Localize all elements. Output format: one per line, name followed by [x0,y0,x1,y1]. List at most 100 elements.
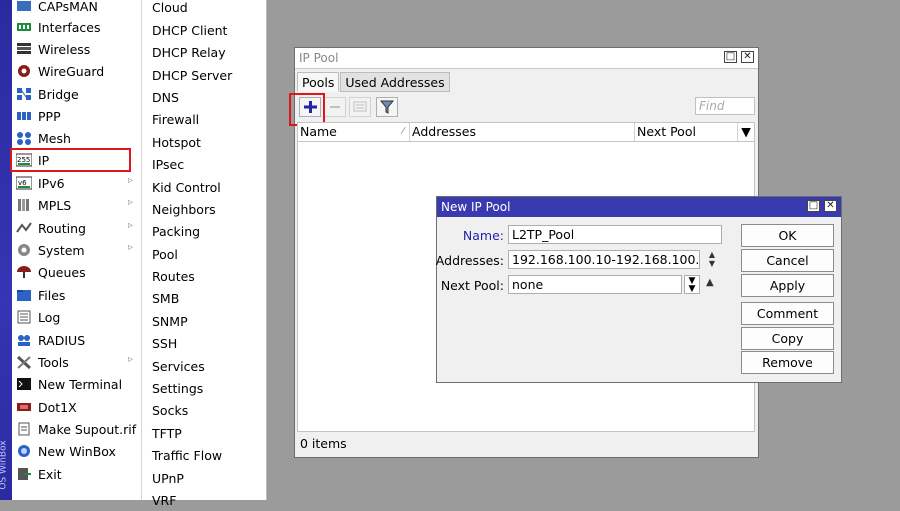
submenu-item-vrf[interactable]: VRF [152,489,176,511]
submenu-item-dns[interactable]: DNS [152,86,179,108]
column-header-name[interactable]: Name ⁄ [298,123,410,141]
filter-button[interactable] [376,97,398,117]
menu-item-ipv6[interactable]: v6 IPv6 ▹ [12,172,141,194]
menu-item-bridge[interactable]: Bridge [12,83,141,105]
submenu-item-dhcp-server[interactable]: DHCP Server [152,64,232,86]
menu-item-files[interactable]: Files [12,284,141,306]
menu-label: Log [38,309,61,325]
terminal-icon [15,376,33,392]
addresses-field[interactable]: 192.168.100.10-192.168.100.100 [508,250,700,269]
menu-item-capsman[interactable]: CAPsMAN [12,0,141,17]
column-label: Name [300,124,337,139]
menu-label: RADIUS [38,332,86,348]
capsman-icon [15,0,33,14]
dot1x-icon [15,399,33,415]
submenu-item-upnp[interactable]: UPnP [152,467,184,489]
sort-icon: ⁄ [402,126,404,137]
menu-item-queues[interactable]: Queues [12,261,141,283]
menu-item-exit[interactable]: Exit [12,463,141,485]
comment-button[interactable] [349,97,371,117]
supout-icon [15,421,33,437]
exit-icon [15,466,33,482]
submenu-item-socks[interactable]: Socks [152,399,188,421]
column-chooser-icon[interactable]: ▼ [738,123,754,141]
menu-item-new-winbox[interactable]: New WinBox [12,440,141,462]
submenu-item-dhcp-client[interactable]: DHCP Client [152,19,227,41]
close-icon[interactable]: ✕ [741,51,754,63]
submenu-item-routes[interactable]: Routes [152,265,195,287]
minus-icon [330,106,340,108]
toolbar: Find [297,94,755,120]
menu-item-make-supout[interactable]: Make Supout.rif [12,418,141,440]
copy-button[interactable]: Copy [741,327,834,350]
submenu-item-hotspot[interactable]: Hotspot [152,131,201,153]
tab-pools[interactable]: Pools [297,72,340,92]
cancel-button[interactable]: Cancel [741,249,834,272]
submenu-item-snmp[interactable]: SNMP [152,310,188,332]
remove-button[interactable]: Remove [741,351,834,374]
next-pool-select[interactable]: none [508,275,682,294]
menu-item-dot1x[interactable]: Dot1X [12,396,141,418]
name-field[interactable]: L2TP_Pool [508,225,722,244]
submenu-item-packing[interactable]: Packing [152,220,200,242]
menu-item-radius[interactable]: RADIUS [12,329,141,351]
find-input[interactable]: Find [695,97,755,115]
submenu-item-ipsec[interactable]: IPsec [152,153,184,175]
dropdown-arrow-icon[interactable]: ▼ ▼ [684,275,700,294]
column-header-addresses[interactable]: Addresses [410,123,635,141]
wireless-icon [15,41,33,57]
menu-item-mpls[interactable]: MPLS ▹ [12,194,141,216]
menu-item-interfaces[interactable]: Interfaces [12,16,141,38]
menu-item-ppp[interactable]: PPP [12,105,141,127]
submenu-item-ssh[interactable]: SSH [152,332,177,354]
brand-strip: OS WinBox [0,0,12,500]
apply-button[interactable]: Apply [741,274,834,297]
dialog-title: New IP Pool [441,200,511,214]
menu-item-mesh[interactable]: Mesh [12,127,141,149]
submenu-item-cloud[interactable]: Cloud [152,0,188,18]
submenu-item-smb[interactable]: SMB [152,287,179,309]
column-header-next-pool[interactable]: Next Pool [635,123,738,141]
menu-label: Make Supout.rif [38,421,137,437]
submenu-item-services[interactable]: Services [152,355,205,377]
menu-item-wireless[interactable]: Wireless [12,38,141,60]
submenu-item-pool[interactable]: Pool [152,243,178,265]
menu-item-tools[interactable]: Tools ▹ [12,351,141,373]
menu-item-log[interactable]: Log [12,306,141,328]
menu-item-routing[interactable]: Routing ▹ [12,217,141,239]
menu-label: Bridge [38,86,79,102]
submenu-item-dhcp-relay[interactable]: DHCP Relay [152,41,226,63]
mpls-icon [15,197,33,213]
menu-item-system[interactable]: System ▹ [12,239,141,261]
remove-button[interactable] [324,97,346,117]
brand-text: OS WinBox [0,440,9,490]
submenu-arrow-icon: ▹ [127,242,133,253]
comment-icon [353,101,367,112]
collapse-up-icon[interactable]: ▲ [706,277,714,288]
close-icon[interactable]: ✕ [824,200,837,212]
menu-label: MPLS [38,197,72,213]
maximize-icon[interactable]: □ [724,51,737,63]
addresses-updown-icon[interactable]: ▲ ▼ [705,250,719,269]
menu-item-new-terminal[interactable]: New Terminal [12,373,141,395]
menu-label: Dot1X [38,399,77,415]
submenu-item-kid-control[interactable]: Kid Control [152,176,221,198]
submenu-item-traffic-flow[interactable]: Traffic Flow [152,444,222,466]
queues-icon [15,264,33,280]
submenu-item-neighbors[interactable]: Neighbors [152,198,216,220]
routing-icon [15,220,33,236]
maximize-icon[interactable]: □ [807,200,820,212]
dialog-titlebar[interactable]: New IP Pool □ ✕ [437,197,841,217]
ok-button[interactable]: OK [741,224,834,247]
menu-label: Routing [38,220,86,236]
comment-button[interactable]: Comment [741,302,834,325]
tab-used-addresses[interactable]: Used Addresses [340,72,450,92]
submenu-item-settings[interactable]: Settings [152,377,203,399]
window-title: IP Pool [299,51,339,65]
submenu-item-firewall[interactable]: Firewall [152,108,199,130]
menu-item-wireguard[interactable]: WireGuard [12,60,141,82]
log-icon [15,309,33,325]
ip-pool-titlebar[interactable]: IP Pool □ ✕ [295,48,758,69]
submenu-item-tftp[interactable]: TFTP [152,422,182,444]
tab-bar: Pools Used Addresses [297,72,451,92]
